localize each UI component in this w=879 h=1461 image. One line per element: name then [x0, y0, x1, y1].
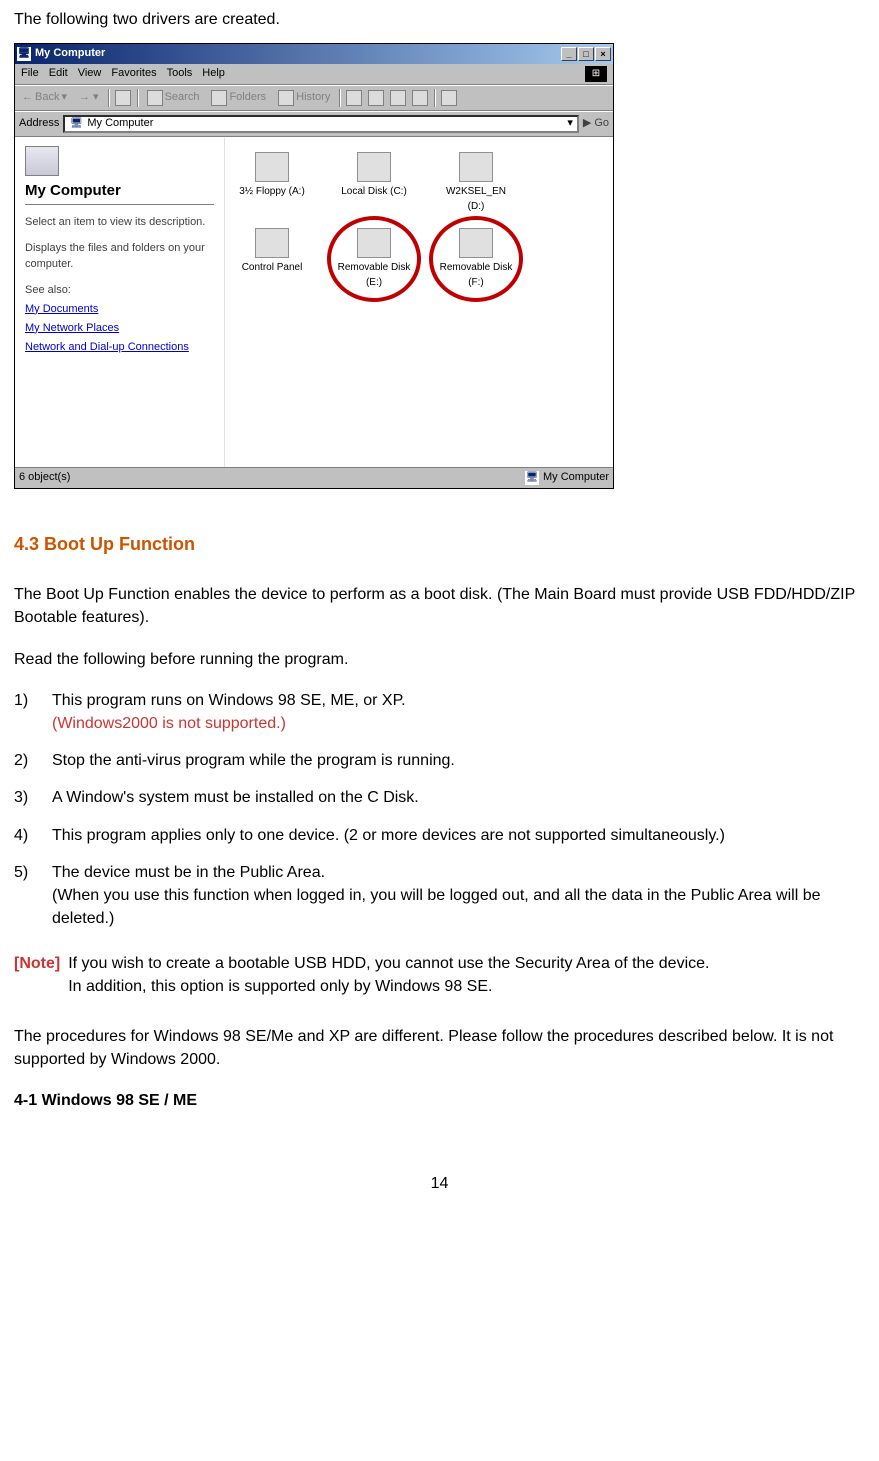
- icon-label: Removable Disk (E:): [335, 261, 413, 290]
- history-button[interactable]: History: [275, 89, 333, 107]
- status-location: My Computer: [543, 470, 609, 486]
- removable-disk-icon: [357, 228, 391, 258]
- list-text: Stop the anti-virus program while the pr…: [52, 749, 455, 772]
- list-text: This program applies only to one device.…: [52, 824, 725, 847]
- computer-tiny-icon: 🖥: [525, 471, 539, 485]
- menu-help[interactable]: Help: [202, 66, 225, 82]
- leftpane-title: My Computer: [25, 180, 214, 205]
- my-computer-window: 🖥 My Computer _ □ × File Edit View Favor…: [14, 43, 614, 489]
- go-button[interactable]: ▶ Go: [583, 116, 609, 132]
- list-item: 2) Stop the anti-virus program while the…: [14, 749, 865, 772]
- left-info-pane: My Computer Select an item to view its d…: [15, 138, 225, 467]
- menu-tools[interactable]: Tools: [167, 66, 193, 82]
- icon-label: W2KSEL_EN (D:): [437, 185, 515, 214]
- list-extra: (When you use this function when logged …: [52, 887, 820, 927]
- drive-floppy-a[interactable]: 3½ Floppy (A:): [233, 152, 311, 214]
- paragraph: Read the following before running the pr…: [14, 648, 865, 671]
- intro-text: The following two drivers are created.: [14, 8, 865, 31]
- window-titlebar: 🖥 My Computer _ □ ×: [15, 44, 613, 64]
- toolbar: ← Back ▾ → ▾ Search Folders History: [15, 85, 613, 111]
- delete-icon[interactable]: [390, 90, 406, 106]
- hdd-icon: [357, 152, 391, 182]
- menu-file[interactable]: File: [21, 66, 39, 82]
- list-text: The device must be in the Public Area.: [52, 864, 325, 881]
- note-line: In addition, this option is supported on…: [68, 978, 492, 995]
- paragraph: The procedures for Windows 98 SE/Me and …: [14, 1025, 865, 1071]
- paragraph: The Boot Up Function enables the device …: [14, 583, 865, 629]
- icon-label: Local Disk (C:): [335, 185, 413, 200]
- note-label: [Note]: [14, 952, 60, 998]
- list-number: 5): [14, 861, 34, 931]
- drive-removable-f[interactable]: Removable Disk (F:): [437, 228, 515, 290]
- link-my-network-places[interactable]: My Network Places: [25, 321, 214, 337]
- back-button[interactable]: ← Back ▾: [19, 89, 70, 107]
- list-text: This program runs on Windows 98 SE, ME, …: [52, 692, 406, 709]
- note-block: [Note] If you wish to create a bootable …: [14, 952, 865, 998]
- list-item: 3) A Window's system must be installed o…: [14, 786, 865, 809]
- icon-label: Control Panel: [233, 261, 311, 276]
- folders-icon: [211, 90, 227, 106]
- list-item: 1) This program runs on Windows 98 SE, M…: [14, 689, 865, 735]
- icon-area: 3½ Floppy (A:) Local Disk (C:) W2KSEL_EN…: [225, 138, 613, 467]
- close-button[interactable]: ×: [595, 47, 611, 61]
- floppy-icon: [255, 152, 289, 182]
- list-item: 5) The device must be in the Public Area…: [14, 861, 865, 931]
- numbered-list: 1) This program runs on Windows 98 SE, M…: [14, 689, 865, 931]
- icon-label: Removable Disk (F:): [437, 261, 515, 290]
- list-item: 4) This program applies only to one devi…: [14, 824, 865, 847]
- link-network-dialup[interactable]: Network and Dial-up Connections: [25, 340, 214, 356]
- control-panel-icon: [255, 228, 289, 258]
- computer-icon: 🖥: [17, 47, 31, 61]
- link-my-documents[interactable]: My Documents: [25, 302, 214, 318]
- cd-icon: [459, 152, 493, 182]
- my-computer-large-icon: [25, 146, 59, 176]
- address-bar: Address 🖥 My Computer ▾ ▶ Go: [15, 111, 613, 137]
- folders-button[interactable]: Folders: [208, 89, 269, 107]
- menu-favorites[interactable]: Favorites: [111, 66, 156, 82]
- page-number: 14: [14, 1172, 865, 1195]
- subheading-4-1: 4-1 Windows 98 SE / ME: [14, 1089, 865, 1112]
- windows-logo-icon: ⊞: [585, 66, 607, 82]
- history-icon: [278, 90, 294, 106]
- maximize-button[interactable]: □: [578, 47, 594, 61]
- drive-local-c[interactable]: Local Disk (C:): [335, 152, 413, 214]
- removable-disk-icon: [459, 228, 493, 258]
- drive-cd-d[interactable]: W2KSEL_EN (D:): [437, 152, 515, 214]
- status-object-count: 6 object(s): [19, 470, 70, 486]
- menu-bar: File Edit View Favorites Tools Help ⊞: [15, 64, 613, 85]
- menu-view[interactable]: View: [78, 66, 102, 82]
- see-also-label: See also:: [25, 283, 214, 299]
- minimize-button[interactable]: _: [561, 47, 577, 61]
- computer-small-icon: 🖥: [69, 117, 83, 131]
- leftpane-desc1: Select an item to view its description.: [25, 215, 214, 231]
- menu-edit[interactable]: Edit: [49, 66, 68, 82]
- note-line: If you wish to create a bootable USB HDD…: [68, 955, 709, 972]
- section-heading-4-3: 4.3 Boot Up Function: [14, 531, 865, 557]
- drive-removable-e[interactable]: Removable Disk (E:): [335, 228, 413, 290]
- search-icon: [147, 90, 163, 106]
- status-bar: 6 object(s) 🖥 My Computer: [15, 467, 613, 488]
- list-number: 1): [14, 689, 34, 735]
- address-label: Address: [19, 116, 59, 132]
- list-text: A Window's system must be installed on t…: [52, 786, 419, 809]
- icon-label: 3½ Floppy (A:): [233, 185, 311, 200]
- views-icon[interactable]: [441, 90, 457, 106]
- address-value: My Computer: [87, 116, 153, 132]
- control-panel[interactable]: Control Panel: [233, 228, 311, 290]
- up-icon[interactable]: [115, 90, 131, 106]
- moveto-icon[interactable]: [346, 90, 362, 106]
- list-number: 2): [14, 749, 34, 772]
- search-button[interactable]: Search: [144, 89, 203, 107]
- forward-button[interactable]: → ▾: [76, 89, 102, 107]
- address-field[interactable]: 🖥 My Computer ▾: [63, 115, 578, 133]
- undo-icon[interactable]: [412, 90, 428, 106]
- window-title: My Computer: [35, 46, 105, 62]
- list-number: 3): [14, 786, 34, 809]
- leftpane-desc2: Displays the files and folders on your c…: [25, 241, 214, 273]
- list-number: 4): [14, 824, 34, 847]
- copyto-icon[interactable]: [368, 90, 384, 106]
- list-note-red: (Windows2000 is not supported.): [52, 715, 286, 732]
